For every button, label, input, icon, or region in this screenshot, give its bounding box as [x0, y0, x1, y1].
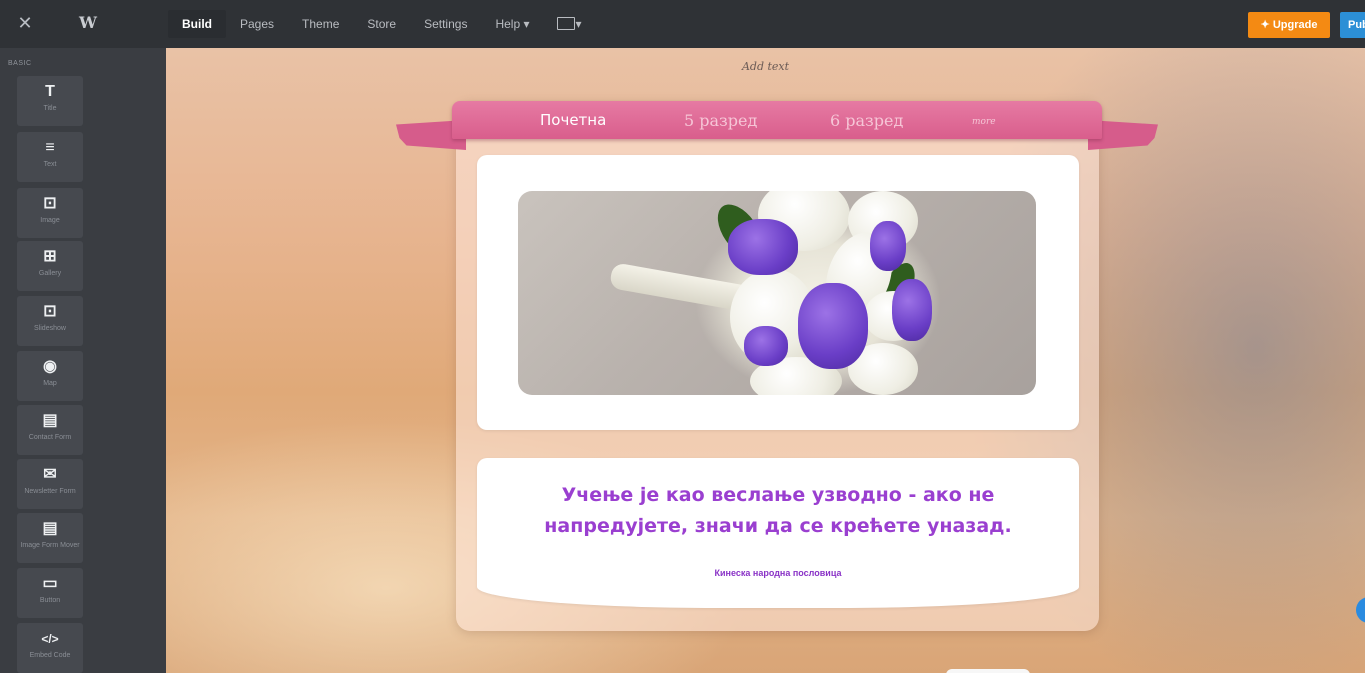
weebly-logo-icon[interactable]: W [78, 11, 98, 35]
quote-text[interactable]: Учење је као веслање узводно - ако не на… [497, 480, 1059, 542]
element-label: Title [43, 105, 57, 112]
map-pin-icon: ◉ [43, 358, 57, 375]
element-label: Image Form Mover [20, 542, 80, 549]
element-label: Slideshow [34, 325, 66, 332]
nav-theme[interactable]: Theme [288, 10, 353, 38]
image-section [477, 155, 1079, 430]
top-toolbar: ✕ W Build Pages Theme Store Settings Hel… [0, 0, 1365, 49]
element-label: Contact Form [28, 434, 72, 441]
button-icon: ▭ [42, 575, 58, 592]
publish-button[interactable]: Pub [1340, 12, 1365, 38]
monitor-icon [557, 17, 576, 31]
site-menu: Почетна 5 разред 6 разред more [452, 101, 1102, 139]
form-icon: ▤ [42, 520, 58, 537]
site-menu-more[interactable]: more [972, 117, 996, 127]
element-slideshow[interactable]: ⊡ Slideshow [17, 296, 83, 346]
element-image-form[interactable]: ▤ Image Form Mover [17, 513, 83, 563]
element-text[interactable]: ≡ Text [17, 132, 83, 182]
quote-author[interactable]: Кинеска народна пословица [477, 568, 1079, 578]
element-label: Embed Code [29, 652, 71, 659]
element-title[interactable]: T Title [17, 76, 83, 126]
text-icon: ≡ [45, 139, 55, 156]
quote-line-1: Учење је као веслање узводно - ако не [561, 484, 995, 506]
nav-build[interactable]: Build [168, 10, 226, 38]
site-nav-ribbon: Почетна 5 разред 6 разред more [452, 101, 1102, 139]
device-preview-button[interactable]: ▾ [543, 10, 595, 38]
quote-line-2: напредујете, значи да се крећете уназад. [544, 515, 1012, 537]
bouquet-image[interactable] [518, 191, 1036, 395]
page-canvas: Add text Почетна 5 разред 6 разред more [166, 48, 1365, 673]
envelope-icon: ✉ [43, 466, 57, 483]
nav-pages[interactable]: Pages [226, 10, 288, 38]
main-nav: Build Pages Theme Store Settings Help ▾ … [168, 10, 596, 38]
element-image[interactable]: ⊡ Image [17, 188, 83, 238]
quote-section: Учење је као веслање узводно - ако не на… [477, 458, 1079, 608]
elements-sidebar: BASIC T Title ≡ Text ⊡ Image ⊞ Gallery ⊡… [0, 48, 166, 673]
slideshow-icon: ⊡ [43, 303, 57, 320]
element-gallery[interactable]: ⊞ Gallery [17, 241, 83, 291]
site-menu-grade6[interactable]: 6 разред [830, 111, 903, 130]
element-label: Button [39, 597, 61, 604]
element-label: Image [40, 217, 60, 224]
site-menu-home[interactable]: Почетна [540, 111, 606, 129]
element-label: Text [43, 161, 57, 168]
help-chat-icon[interactable] [1356, 597, 1365, 623]
element-map[interactable]: ◉ Map [17, 351, 83, 401]
element-label: Map [43, 380, 57, 387]
element-newsletter-form[interactable]: ✉ Newsletter Form [17, 459, 83, 509]
nav-help[interactable]: Help ▾ [481, 10, 543, 38]
element-embed-code[interactable]: </> Embed Code [17, 623, 83, 673]
image-icon: ⊡ [43, 195, 57, 212]
bottom-handle[interactable] [946, 669, 1030, 673]
element-label: Gallery [38, 270, 62, 277]
element-contact-form[interactable]: ▤ Contact Form [17, 405, 83, 455]
form-icon: ▤ [42, 412, 58, 429]
nav-store[interactable]: Store [353, 10, 410, 38]
upgrade-button[interactable]: ✦ Upgrade [1248, 12, 1330, 38]
site-menu-grade5[interactable]: 5 разред [684, 111, 757, 130]
element-button[interactable]: ▭ Button [17, 568, 83, 618]
gallery-icon: ⊞ [43, 248, 57, 265]
device-caret: ▾ [575, 17, 582, 31]
element-label: Newsletter Form [24, 488, 76, 495]
code-icon: </> [41, 632, 59, 646]
sidebar-heading: BASIC [8, 60, 32, 67]
close-icon[interactable]: ✕ [16, 14, 34, 32]
add-text-placeholder[interactable]: Add text [166, 60, 1365, 73]
title-icon: T [45, 83, 55, 100]
nav-settings[interactable]: Settings [410, 10, 481, 38]
